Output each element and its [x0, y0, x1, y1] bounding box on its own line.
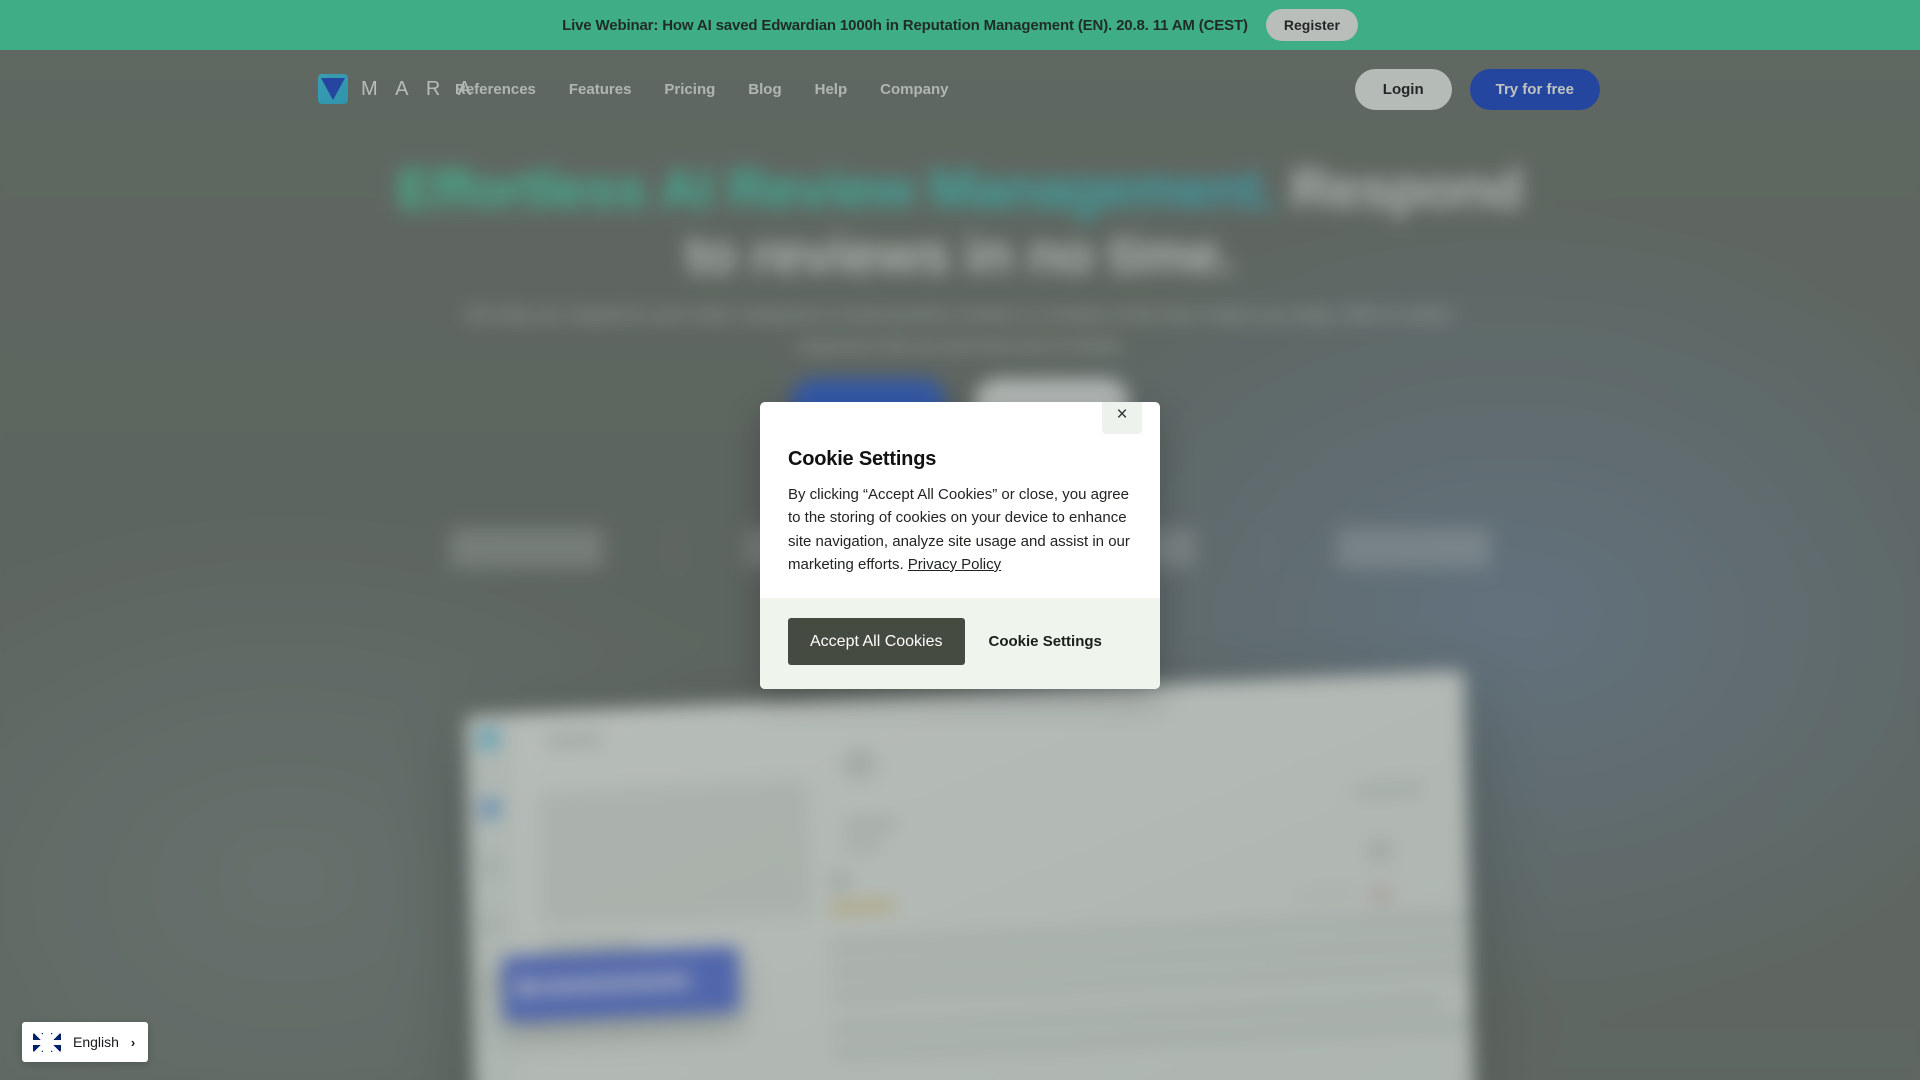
cookie-settings-modal: × Cookie Settings By clicking “Accept Al… — [760, 402, 1160, 689]
cookie-modal-title: Cookie Settings — [788, 448, 937, 470]
uk-flag-icon — [33, 1032, 61, 1052]
cookie-modal-body: × Cookie Settings By clicking “Accept Al… — [760, 402, 1160, 598]
cookie-modal-text: By clicking “Accept All Cookies” or clos… — [788, 483, 1132, 576]
close-icon[interactable]: × — [1102, 402, 1142, 434]
privacy-policy-link[interactable]: Privacy Policy — [908, 556, 1001, 573]
language-label: English — [73, 1034, 119, 1050]
cookie-modal-footer: Accept All Cookies Cookie Settings — [760, 598, 1160, 689]
cookie-settings-button[interactable]: Cookie Settings — [975, 618, 1116, 665]
page-root: Effortless AI Review Management. Respond… — [0, 0, 1920, 1080]
language-switcher[interactable]: English › — [22, 1022, 149, 1062]
chevron-right-icon: › — [130, 1034, 136, 1050]
accept-all-cookies-button[interactable]: Accept All Cookies — [788, 618, 965, 665]
